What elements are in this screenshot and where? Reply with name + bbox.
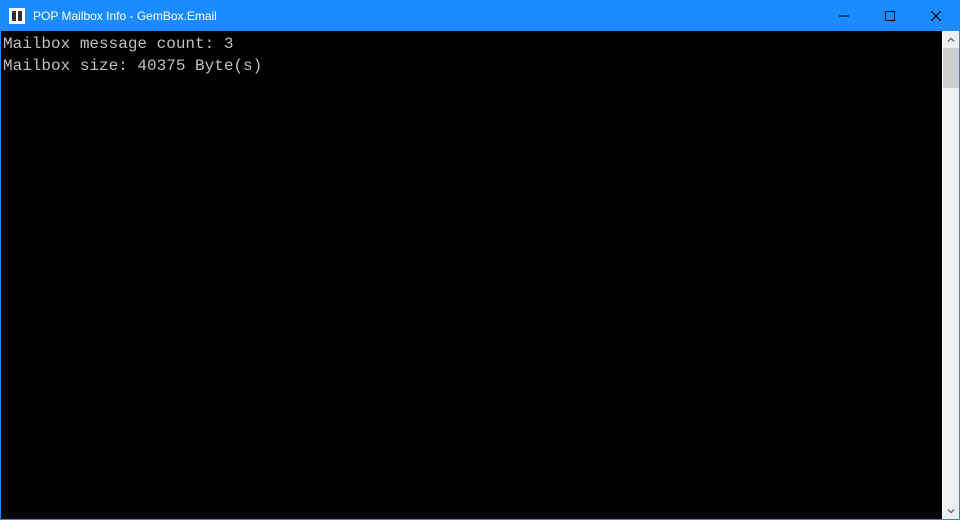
minimize-button[interactable] <box>821 1 867 31</box>
chevron-up-icon <box>947 36 955 44</box>
app-icon <box>9 8 25 24</box>
app-window: POP Mailbox Info - GemBox.Email Mailbox <box>0 0 960 520</box>
maximize-button[interactable] <box>867 1 913 31</box>
message-count-label: Mailbox message count: <box>3 35 224 53</box>
vertical-scrollbar[interactable] <box>942 31 959 519</box>
message-count-value: 3 <box>224 35 234 53</box>
close-button[interactable] <box>913 1 959 31</box>
scroll-down-button[interactable] <box>943 502 959 519</box>
client-area: Mailbox message count: 3 Mailbox size: 4… <box>1 31 959 519</box>
window-controls <box>821 1 959 31</box>
scroll-up-button[interactable] <box>943 31 959 48</box>
titlebar[interactable]: POP Mailbox Info - GemBox.Email <box>1 1 959 31</box>
window-title: POP Mailbox Info - GemBox.Email <box>31 9 821 23</box>
mailbox-size-label: Mailbox size: <box>3 57 137 75</box>
maximize-icon <box>885 11 895 21</box>
chevron-down-icon <box>947 507 955 515</box>
scrollbar-thumb[interactable] <box>943 48 959 88</box>
mailbox-size-unit: Byte(s) <box>185 57 262 75</box>
mailbox-size-value: 40375 <box>137 57 185 75</box>
console-output[interactable]: Mailbox message count: 3 Mailbox size: 4… <box>1 31 942 519</box>
minimize-icon <box>839 11 849 21</box>
scrollbar-track[interactable] <box>943 48 959 502</box>
close-icon <box>931 11 941 21</box>
